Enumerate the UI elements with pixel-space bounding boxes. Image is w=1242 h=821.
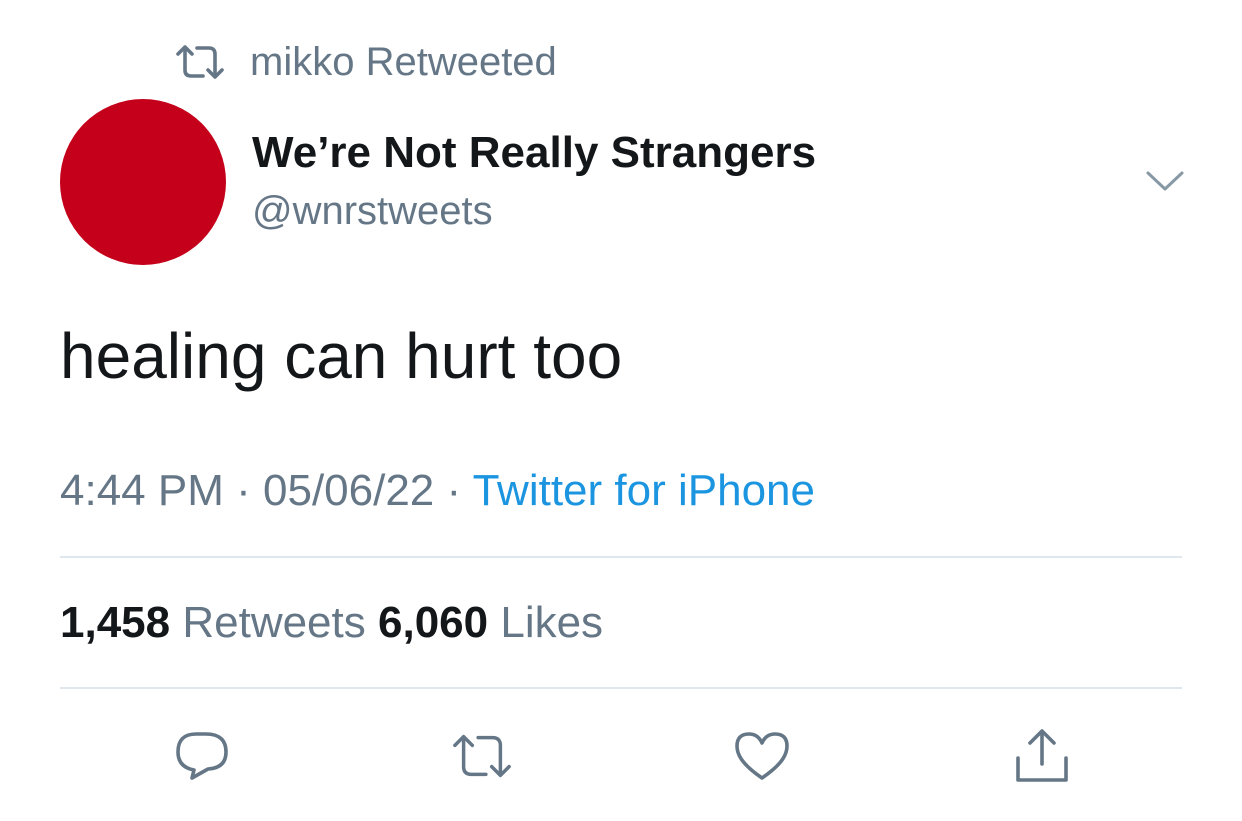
meta-separator: · — [446, 466, 462, 515]
tweet-meta: 4:44 PM · 05/06/22 · Twitter for iPhone — [60, 464, 815, 518]
retweets-label: Retweets — [182, 598, 366, 647]
retweet-icon — [453, 734, 511, 778]
share-button[interactable] — [1012, 726, 1072, 786]
heart-icon — [735, 732, 789, 780]
share-icon — [1016, 729, 1068, 782]
chevron-down-icon[interactable] — [1146, 170, 1184, 192]
retweet-button[interactable] — [452, 726, 512, 786]
retweet-context[interactable]: mikko Retweeted — [176, 38, 557, 86]
avatar[interactable] — [60, 99, 226, 265]
author-handle[interactable]: @wnrstweets — [252, 184, 493, 238]
likes-label: Likes — [500, 598, 604, 647]
reply-button[interactable] — [172, 726, 232, 786]
tweet-source-link[interactable]: Twitter for iPhone — [473, 466, 815, 515]
divider — [60, 556, 1182, 558]
author-display-name[interactable]: We’re Not Really Strangers — [252, 126, 816, 180]
retweet-icon — [176, 45, 224, 79]
likes-count: 6,060 — [378, 598, 489, 647]
retweets-stat[interactable]: 1,458 Retweets — [60, 598, 366, 647]
divider — [60, 687, 1182, 689]
likes-stat[interactable]: 6,060 Likes — [378, 598, 603, 647]
meta-separator: · — [236, 466, 251, 515]
reply-icon — [176, 732, 228, 780]
tweet-text: healing can hurt too — [60, 320, 623, 392]
retweet-context-label: mikko Retweeted — [250, 40, 557, 84]
tweet-date: 05/06/22 — [263, 466, 435, 515]
retweets-count: 1,458 — [60, 598, 171, 647]
like-button[interactable] — [732, 726, 792, 786]
tweet-time: 4:44 PM — [60, 466, 224, 515]
tweet-stats: 1,458 Retweets 6,060 Likes — [60, 596, 603, 650]
